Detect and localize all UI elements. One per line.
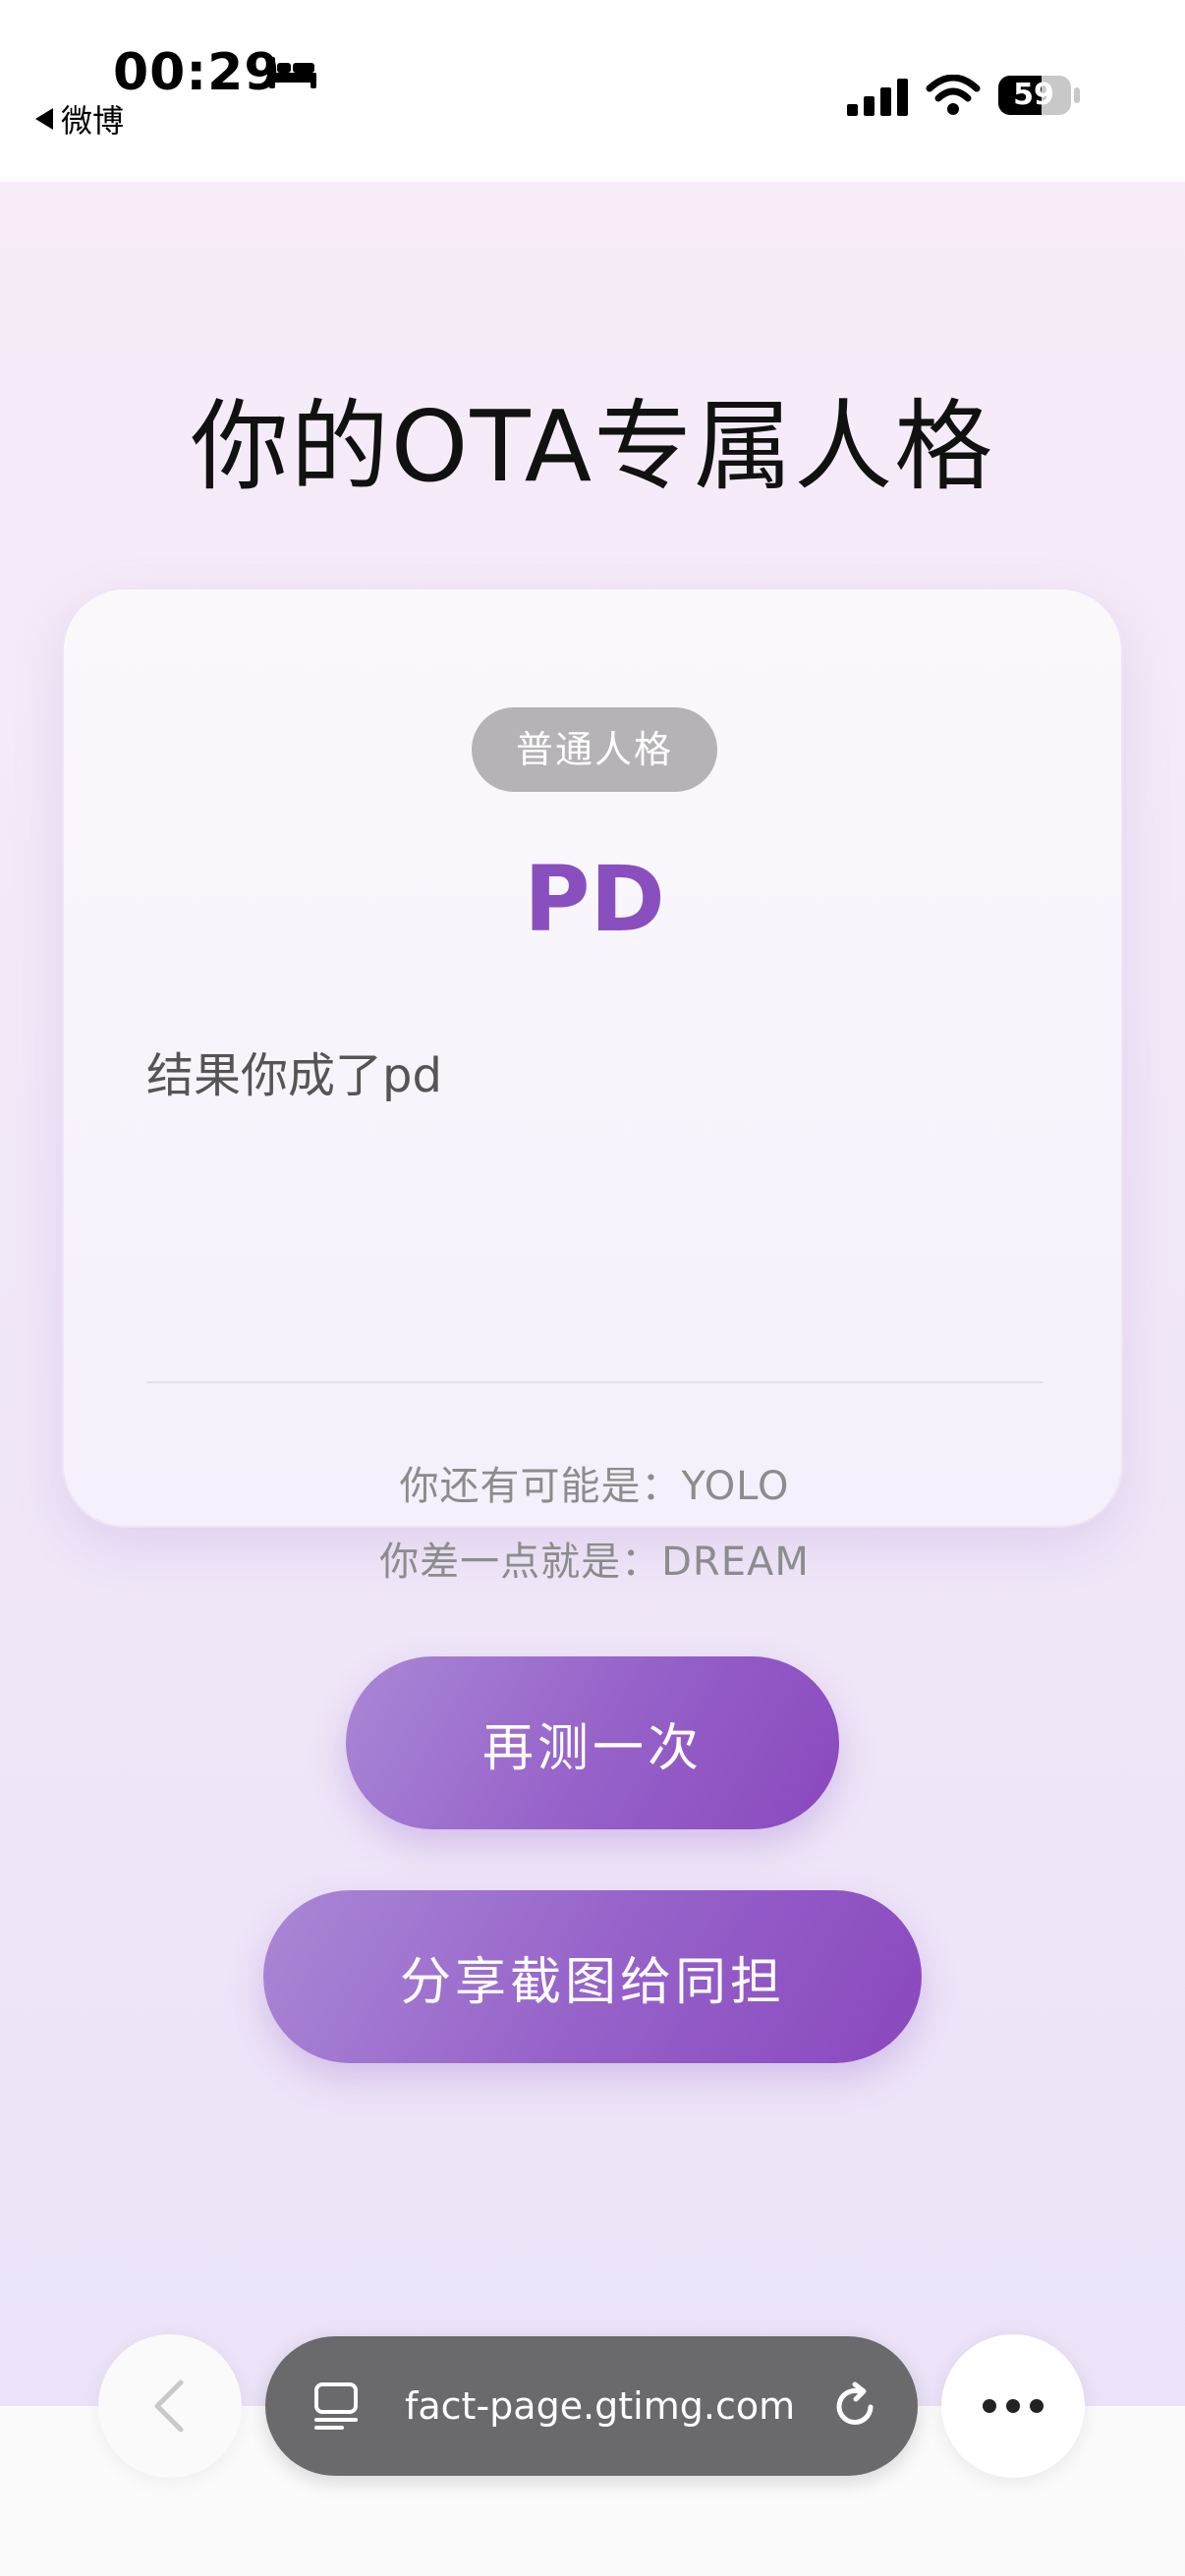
wifi-icon: [926, 75, 981, 115]
alt2-value: DREAM: [661, 1540, 810, 1585]
alternative-result-2: 你差一点就是：DREAM: [64, 1530, 1125, 1587]
more-dots-icon: [983, 2399, 1044, 2413]
back-to-app-link[interactable]: 微博: [35, 96, 124, 141]
retry-button[interactable]: 再测一次: [346, 1656, 839, 1829]
alternative-result-1: 你还有可能是：YOLO: [64, 1454, 1125, 1511]
browser-back-button[interactable]: [98, 2334, 242, 2478]
more-options-button[interactable]: [941, 2334, 1085, 2478]
alt2-label: 你差一点就是：: [379, 1540, 662, 1585]
result-description: 结果你成了pd: [146, 1048, 442, 1103]
cellular-signal-icon: [847, 79, 908, 116]
share-screenshot-button[interactable]: 分享截图给同担: [263, 1890, 922, 2063]
result-card: 普通人格 PD 结果你成了pd 你还有可能是：YOLO 你差一点就是：DREAM: [62, 588, 1125, 1585]
page-title: 你的OTA专属人格: [190, 389, 995, 504]
alt1-label: 你还有可能是：: [399, 1464, 682, 1509]
url-text: fact-page.gtimg.com: [405, 2384, 796, 2428]
back-triangle-icon: [35, 108, 53, 130]
alt1-value: YOLO: [681, 1464, 790, 1509]
result-page: 你的OTA专属人格 普通人格 PD 结果你成了pd 你还有可能是：YOLO 你差…: [0, 182, 1185, 2406]
sleep-focus-icon: [269, 57, 316, 88]
page-menu-icon: [314, 2382, 358, 2430]
status-time: 00:29: [113, 43, 281, 102]
back-app-label: 微博: [61, 102, 125, 140]
battery-level: 59: [1013, 78, 1054, 112]
address-bar[interactable]: fact-page.gtimg.com: [265, 2336, 918, 2476]
chevron-left-icon: [154, 2380, 184, 2433]
personality-badge: 普通人格: [472, 707, 717, 792]
personality-type-code: PD: [524, 847, 665, 952]
status-bar: 00:29 微博 59: [0, 0, 1185, 182]
reload-icon[interactable]: [831, 2381, 880, 2431]
divider: [146, 1381, 1043, 1383]
